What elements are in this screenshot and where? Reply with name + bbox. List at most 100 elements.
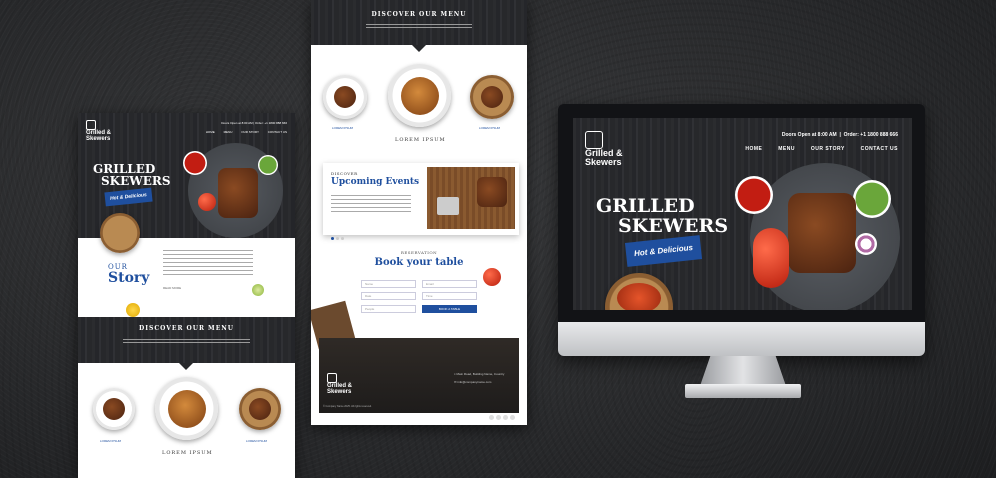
sauce-bowl <box>183 151 207 175</box>
footer-logo: Grilled & Skewers <box>327 373 352 395</box>
hero-line2: SKEWERS <box>101 174 171 188</box>
doors-text: Doors Open at 8:00 AM <box>221 121 253 125</box>
monitor-base <box>685 384 801 398</box>
left-topbar: Doors Open at 8:00 AM | Order: +1 1800 8… <box>221 121 287 125</box>
left-menu-banner: DISCOVER OUR MENU <box>78 317 295 363</box>
screen-logo-line2: Skewers <box>585 157 622 167</box>
menu-title: DISCOVER OUR MENU <box>138 325 234 332</box>
monitor-screen: Grilled & Skewers Doors Open at 8:00 AM … <box>573 118 912 310</box>
screen-hero-line1: GRILLED <box>596 195 695 217</box>
footer-logo-icon <box>327 373 337 383</box>
menu-dish-1 <box>103 398 125 420</box>
middle-page-mockup: DISCOVER OUR MENU LOREM IPSUM LOREM IPSU… <box>311 0 527 425</box>
menu-description <box>123 337 250 345</box>
screen-sauce-bowl <box>735 176 773 214</box>
book-table-button[interactable]: BOOK A TABLE <box>422 305 477 313</box>
screen-hero-line2: SKEWERS <box>618 215 729 237</box>
events-cleaver <box>437 197 459 215</box>
events-carousel-dots[interactable] <box>331 225 346 244</box>
middle-menu-description <box>366 22 472 30</box>
screen-nav-menu[interactable]: MENU <box>778 146 795 152</box>
logo-icon <box>86 120 96 130</box>
events-card: DISCOVER Upcoming Events <box>323 163 519 240</box>
lime <box>252 284 264 296</box>
people-field[interactable]: People <box>361 305 416 313</box>
middle-dish-3 <box>481 86 503 108</box>
screen-topbar: Doors Open at 8:00 AM | Order: +1 1800 8… <box>781 132 898 138</box>
middle-menu-banner: DISCOVER OUR MENU <box>311 0 527 45</box>
screen-side-food <box>617 283 661 310</box>
time-field[interactable]: Time <box>422 292 477 300</box>
screen-skewers <box>788 193 856 273</box>
menu-dish-3 <box>249 398 271 420</box>
middle-menu-title: DISCOVER OUR MENU <box>371 11 467 18</box>
tomatoes <box>198 193 216 211</box>
cherry-tomatoes <box>483 268 501 286</box>
order-text: Order: +1 1800 888 666 <box>255 121 287 125</box>
screen-herbs-bowl <box>853 180 891 218</box>
left-page-mockup: Grilled & Skewers Doors Open at 8:00 AM … <box>78 113 295 478</box>
screen-doors-text: Doors Open at 8:00 AM <box>781 132 837 138</box>
left-side-dish <box>100 213 140 253</box>
footer-address: ⌖ Main Road, Building Name, Country <box>454 372 504 376</box>
events-text <box>331 193 411 213</box>
name-field[interactable]: Name <box>361 280 416 288</box>
email-field[interactable]: Email <box>422 280 477 288</box>
story-text <box>163 248 253 278</box>
pepper-yellow <box>126 303 140 317</box>
nav-menu[interactable]: MENU <box>224 130 233 134</box>
herbs-bowl <box>258 155 278 175</box>
skewers <box>218 168 258 218</box>
footer-address-text: Main Road, Building Name, Country <box>456 372 505 376</box>
screen-logo: Grilled & Skewers <box>585 131 623 167</box>
screen-nav[interactable]: HOME MENU OUR STORY CONTACT US <box>731 146 898 152</box>
menu-item-2-label: LOREM IPSUM <box>162 450 213 456</box>
middle-menu-item-3-label: LOREM IPSUM <box>479 126 501 130</box>
left-logo: Grilled & Skewers <box>86 120 111 142</box>
nav-home[interactable]: HOME <box>206 130 215 134</box>
footer-email-text: info@companyname.com <box>457 380 492 384</box>
youtube-icon[interactable] <box>510 415 515 420</box>
events-photo <box>427 167 515 229</box>
instagram-icon[interactable] <box>503 415 508 420</box>
middle-menu-item-2-label: LOREM IPSUM <box>395 137 446 143</box>
menu-item-1-label: LOREM IPSUM <box>100 439 122 443</box>
footer-social-icons[interactable] <box>487 405 515 424</box>
story-title: Story <box>108 270 150 286</box>
screen-nav-contact[interactable]: CONTACT US <box>861 146 898 152</box>
menu-item-3-label: LOREM IPSUM <box>246 439 268 443</box>
facebook-icon[interactable] <box>489 415 494 420</box>
middle-dish-2 <box>401 77 439 115</box>
screen-logo-icon <box>585 131 603 149</box>
left-hero-title: GRILLED SKEWERS Hot & Delicious <box>93 163 171 207</box>
screen-onion <box>855 233 877 255</box>
screen-order-text: Order: +1 1800 888 666 <box>843 132 898 138</box>
events-skewers <box>477 177 507 207</box>
menu-dish-2 <box>168 390 206 428</box>
events-kicker: DISCOVER <box>331 171 358 176</box>
nav-contact[interactable]: CONTACT US <box>268 130 287 134</box>
read-more-link[interactable]: READ MORE <box>163 286 181 290</box>
monitor-neck <box>700 356 786 386</box>
footer-copyright: © Company Name 2025. All rights reserved… <box>323 405 372 408</box>
middle-dish-1 <box>334 86 356 108</box>
date-field[interactable]: Date <box>361 292 416 300</box>
nav-story[interactable]: OUR STORY <box>241 130 259 134</box>
screen-nav-story[interactable]: OUR STORY <box>811 146 845 152</box>
screen-nav-home[interactable]: HOME <box>745 146 762 152</box>
reservation-title: Book your table <box>374 257 464 268</box>
twitter-icon[interactable] <box>496 415 501 420</box>
footer-logo-line2: Skewers <box>327 389 352 395</box>
logo-line2: Skewers <box>86 136 111 142</box>
monitor-chin <box>558 322 925 356</box>
footer-email: ✉ info@companyname.com <box>454 380 491 384</box>
screen-hero-script: Hot & Delicious <box>624 235 703 267</box>
screen-tomatoes <box>753 228 789 288</box>
hero-script: Hot & Delicious <box>104 187 153 207</box>
screen-hero-title: GRILLED SKEWERS Hot & Delicious <box>596 195 729 267</box>
location-icon: ⌖ <box>454 372 456 376</box>
events-title: Upcoming Events <box>331 177 420 187</box>
reservation-kicker: RESERVATION <box>400 250 438 255</box>
menu-notch <box>179 363 193 370</box>
left-nav[interactable]: HOME MENU OUR STORY CONTACT US <box>198 130 287 134</box>
